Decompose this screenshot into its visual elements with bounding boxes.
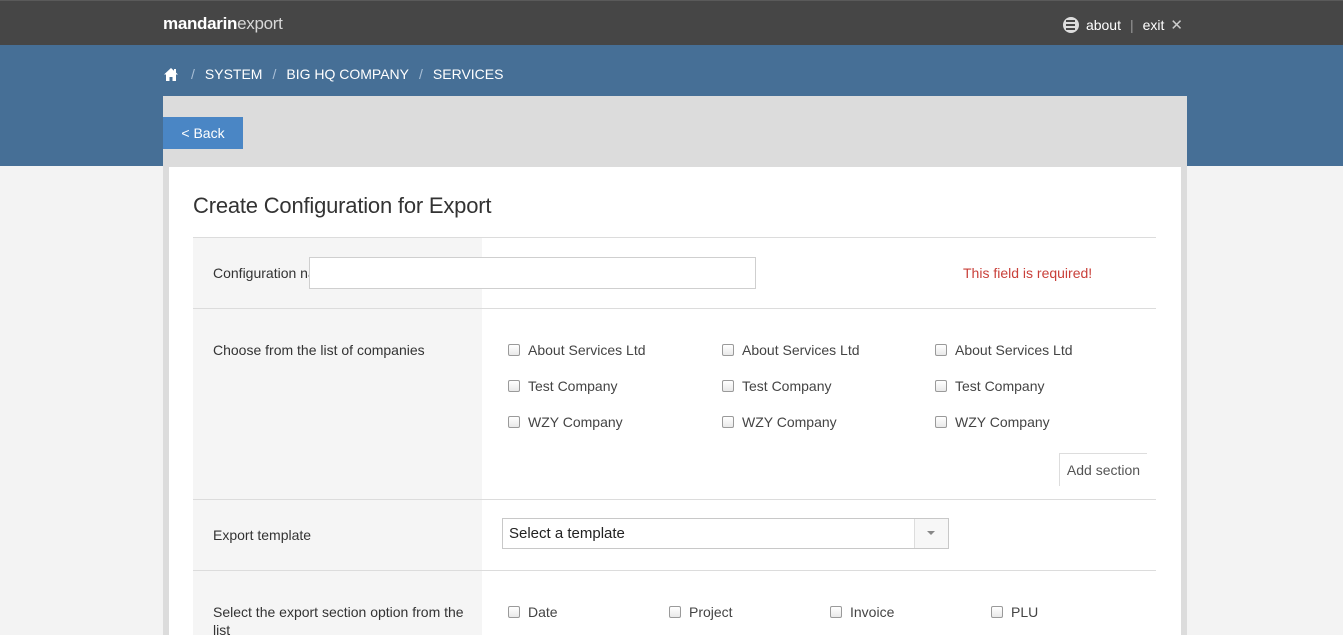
section-checkbox[interactable]: Project [669, 604, 733, 620]
company-checkbox[interactable]: About Services Ltd [508, 342, 646, 358]
template-label: Export template [213, 527, 312, 543]
top-nav: about | exit ✕ [1062, 15, 1183, 35]
breadcrumb-item-system[interactable]: SYSTEM [205, 66, 263, 82]
companies-label: Choose from the list of companies [213, 342, 425, 358]
checkbox[interactable] [722, 380, 734, 392]
chevron-down-icon[interactable] [914, 519, 948, 548]
section-checkbox[interactable]: Date [508, 604, 558, 620]
checkbox[interactable] [991, 606, 1003, 618]
section-option-label: Date [528, 604, 558, 620]
section-option-label: PLU [1011, 604, 1039, 620]
companies-row: Choose from the list of companies [193, 308, 1156, 500]
checkbox[interactable] [722, 344, 734, 356]
config-name-input[interactable] [309, 257, 756, 289]
companies-label-cell: Choose from the list of companies [193, 309, 482, 500]
sections-label-cell: Select the export section option from th… [193, 571, 482, 635]
checkbox[interactable] [722, 416, 734, 428]
back-button[interactable]: < Back [163, 117, 243, 149]
checkbox[interactable] [935, 380, 947, 392]
sections-label: Select the export section option from th… [213, 604, 464, 635]
company-option-label: About Services Ltd [742, 342, 860, 358]
section-checkbox[interactable]: PLU [991, 604, 1038, 620]
company-option-label: WZY Company [955, 414, 1050, 430]
checkbox[interactable] [508, 380, 520, 392]
breadcrumb-separator: / [272, 66, 277, 82]
logo-light-text: export [237, 14, 283, 33]
logo-bold-text: mandarin [163, 14, 238, 33]
company-checkbox[interactable]: Test Company [508, 378, 617, 394]
exit-link[interactable]: exit [1143, 17, 1165, 33]
company-checkbox[interactable]: WZY Company [722, 414, 837, 430]
company-option-label: Test Company [955, 378, 1045, 394]
checkbox[interactable] [508, 606, 520, 618]
template-select[interactable]: Select a template [502, 518, 949, 549]
menu-icon[interactable] [1062, 17, 1079, 33]
company-checkbox[interactable]: WZY Company [935, 414, 1050, 430]
company-checkbox[interactable]: About Services Ltd [722, 342, 860, 358]
company-option-label: WZY Company [742, 414, 837, 430]
company-checkbox[interactable]: Test Company [722, 378, 831, 394]
breadcrumb-separator: / [191, 66, 195, 82]
company-option-label: About Services Ltd [528, 342, 646, 358]
company-option-label: About Services Ltd [955, 342, 1073, 358]
nav-separator: | [1129, 17, 1134, 33]
home-icon[interactable] [163, 67, 179, 82]
breadcrumb: / SYSTEM / BIG HQ COMPANY / SERVICES [163, 64, 503, 84]
app-logo[interactable]: mandarinexport [163, 14, 283, 36]
checkbox[interactable] [508, 344, 520, 356]
template-label-cell: Export template [193, 500, 482, 571]
section-checkbox[interactable]: Invoice [830, 604, 894, 620]
breadcrumb-separator: / [419, 66, 423, 82]
company-option-label: Test Company [742, 378, 832, 394]
checkbox[interactable] [669, 606, 681, 618]
checkbox[interactable] [830, 606, 842, 618]
checkbox[interactable] [508, 416, 520, 428]
checkbox[interactable] [935, 344, 947, 356]
breadcrumb-item-services[interactable]: SERVICES [433, 66, 504, 82]
template-select-value: Select a template [509, 525, 625, 542]
checkbox[interactable] [935, 416, 947, 428]
company-checkbox[interactable]: Test Company [935, 378, 1044, 394]
sections-row: Select the export section option from th… [193, 570, 1156, 635]
company-checkbox[interactable]: About Services Ltd [935, 342, 1073, 358]
breadcrumb-item-company[interactable]: BIG HQ COMPANY [286, 66, 409, 82]
company-option-label: Test Company [528, 378, 618, 394]
add-section-button[interactable]: Add section [1059, 453, 1147, 486]
section-option-label: Project [689, 604, 733, 620]
company-checkbox[interactable]: WZY Company [508, 414, 623, 430]
section-option-label: Invoice [850, 604, 895, 620]
about-link[interactable]: about [1086, 17, 1121, 33]
page-title: Create Configuration for Export [193, 193, 492, 218]
config-name-error: This field is required! [963, 265, 1093, 281]
company-option-label: WZY Company [528, 414, 623, 430]
top-bar: mandarinexport about | exit ✕ [0, 0, 1343, 45]
close-icon[interactable]: ✕ [1170, 16, 1183, 34]
